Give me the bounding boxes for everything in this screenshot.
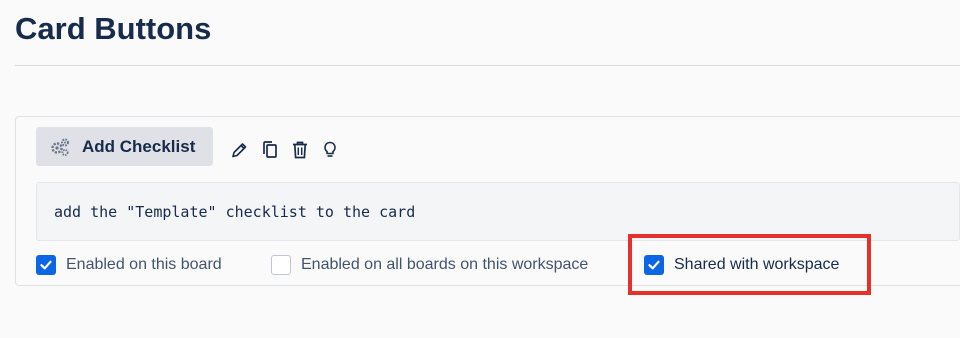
option-label: Enabled on this board (66, 256, 222, 273)
option-enabled-on-board[interactable]: Enabled on this board (36, 253, 222, 277)
trash-icon[interactable] (290, 139, 310, 161)
add-checklist-button[interactable]: Add Checklist (36, 127, 213, 166)
copy-icon[interactable] (260, 139, 280, 161)
pencil-icon[interactable] (229, 139, 249, 161)
highlight-annotation (628, 234, 871, 295)
checkbox-checked[interactable] (36, 255, 56, 275)
option-enabled-on-all-boards[interactable]: Enabled on all boards on this workspace (271, 253, 588, 277)
gears-icon (49, 136, 71, 158)
add-checklist-label: Add Checklist (82, 136, 196, 156)
checkbox-unchecked[interactable] (271, 255, 291, 275)
page-title: Card Buttons (15, 11, 212, 46)
lightbulb-icon[interactable] (320, 139, 340, 161)
command-description: add the "Template" checklist to the card (36, 182, 960, 241)
option-label: Enabled on all boards on this workspace (301, 256, 589, 273)
divider (15, 65, 960, 66)
